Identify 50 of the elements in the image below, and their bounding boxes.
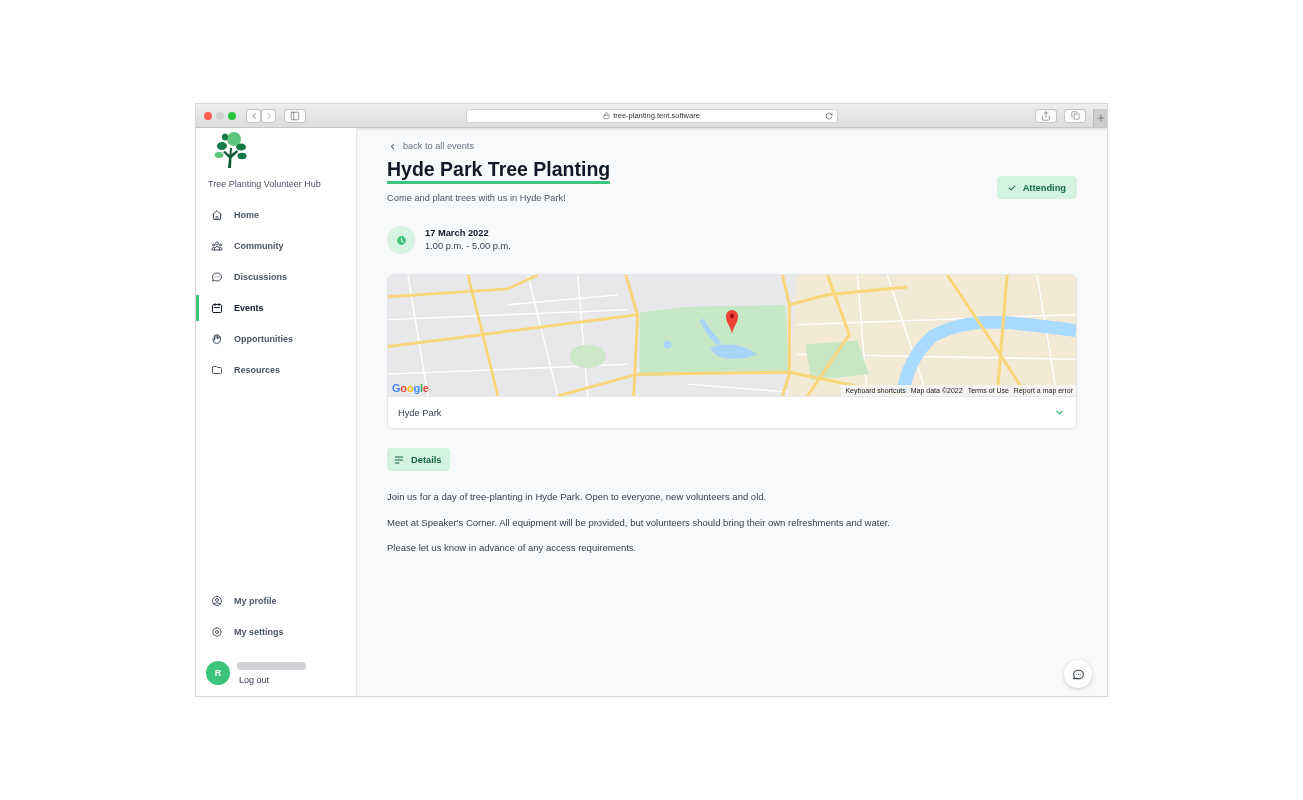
tabs-button[interactable] <box>1064 108 1086 123</box>
description-paragraph: Meet at Speaker's Corner. All equipment will be provided, but volunteers should bring their own refreshments and water. <box>387 516 891 529</box>
menu-lines-icon <box>393 453 405 466</box>
forward-button[interactable] <box>261 108 276 123</box>
map-pin-icon[interactable] <box>726 310 739 334</box>
new-tab-button[interactable] <box>1093 109 1107 127</box>
sidebar-nav-item[interactable]: My settings <box>196 619 356 645</box>
logout-link[interactable]: Log out <box>239 674 270 685</box>
back-link[interactable]: back to all events <box>387 140 474 152</box>
share-icon <box>1041 110 1051 121</box>
share-button[interactable] <box>1035 108 1057 123</box>
back-button[interactable] <box>246 108 261 123</box>
tabs-icon <box>1070 111 1080 120</box>
settings-icon <box>211 626 223 638</box>
event-title: Hyde Park Tree Planting <box>387 158 611 184</box>
sidebar-panel-icon <box>290 110 300 121</box>
attending-button[interactable]: Attending <box>996 176 1077 199</box>
sidebar-toggle-button[interactable] <box>284 108 306 123</box>
chat-button[interactable] <box>1064 660 1092 688</box>
chat-bubble-icon <box>211 271 223 283</box>
lock-icon <box>603 112 611 119</box>
folder-icon <box>211 364 223 376</box>
window-zoom-icon[interactable] <box>228 111 236 120</box>
event-subtitle: Come and plant trees with us in Hyde Park! <box>387 192 566 204</box>
user-avatar: R <box>206 661 230 685</box>
description-paragraph: Please let us know in advance of any access requirements. <box>387 542 638 554</box>
window-close-icon[interactable] <box>204 111 212 120</box>
people-icon <box>211 240 223 252</box>
chat-bubble-icon <box>1071 667 1085 681</box>
sidebar-nav-item[interactable]: Home <box>196 202 356 228</box>
window-minimize-icon[interactable] <box>216 111 224 120</box>
plus-icon <box>1095 113 1106 123</box>
sidebar-nav-item[interactable]: My profile <box>196 588 356 614</box>
sidebar-nav-item[interactable]: Resources <box>196 357 356 383</box>
home-icon <box>211 209 223 221</box>
details-button[interactable]: Details <box>387 448 450 471</box>
sidebar-nav-item[interactable]: Opportunities <box>196 326 356 352</box>
event-time: 1.00 p.m. - 5.00 p.m. <box>425 241 511 252</box>
location-dropdown[interactable]: Hyde Park <box>388 396 1076 428</box>
redacted-name-bar <box>237 661 306 670</box>
calendar-icon <box>211 302 223 314</box>
sidebar-nav-item[interactable]: Community <box>196 233 356 259</box>
clock-icon <box>387 226 415 254</box>
reload-icon[interactable] <box>824 111 833 120</box>
sidebar-nav-item[interactable]: Discussions <box>196 264 356 290</box>
description-paragraph: Join us for a day of tree-planting in Hyde Park. Open to everyone, new volunteers and old. <box>387 491 768 503</box>
app-name: Tree Planting Volunteer Hub <box>208 179 321 190</box>
hand-icon <box>211 333 223 345</box>
tree-logo-icon <box>213 132 247 168</box>
event-date: 17 March 2022 <box>425 228 490 239</box>
